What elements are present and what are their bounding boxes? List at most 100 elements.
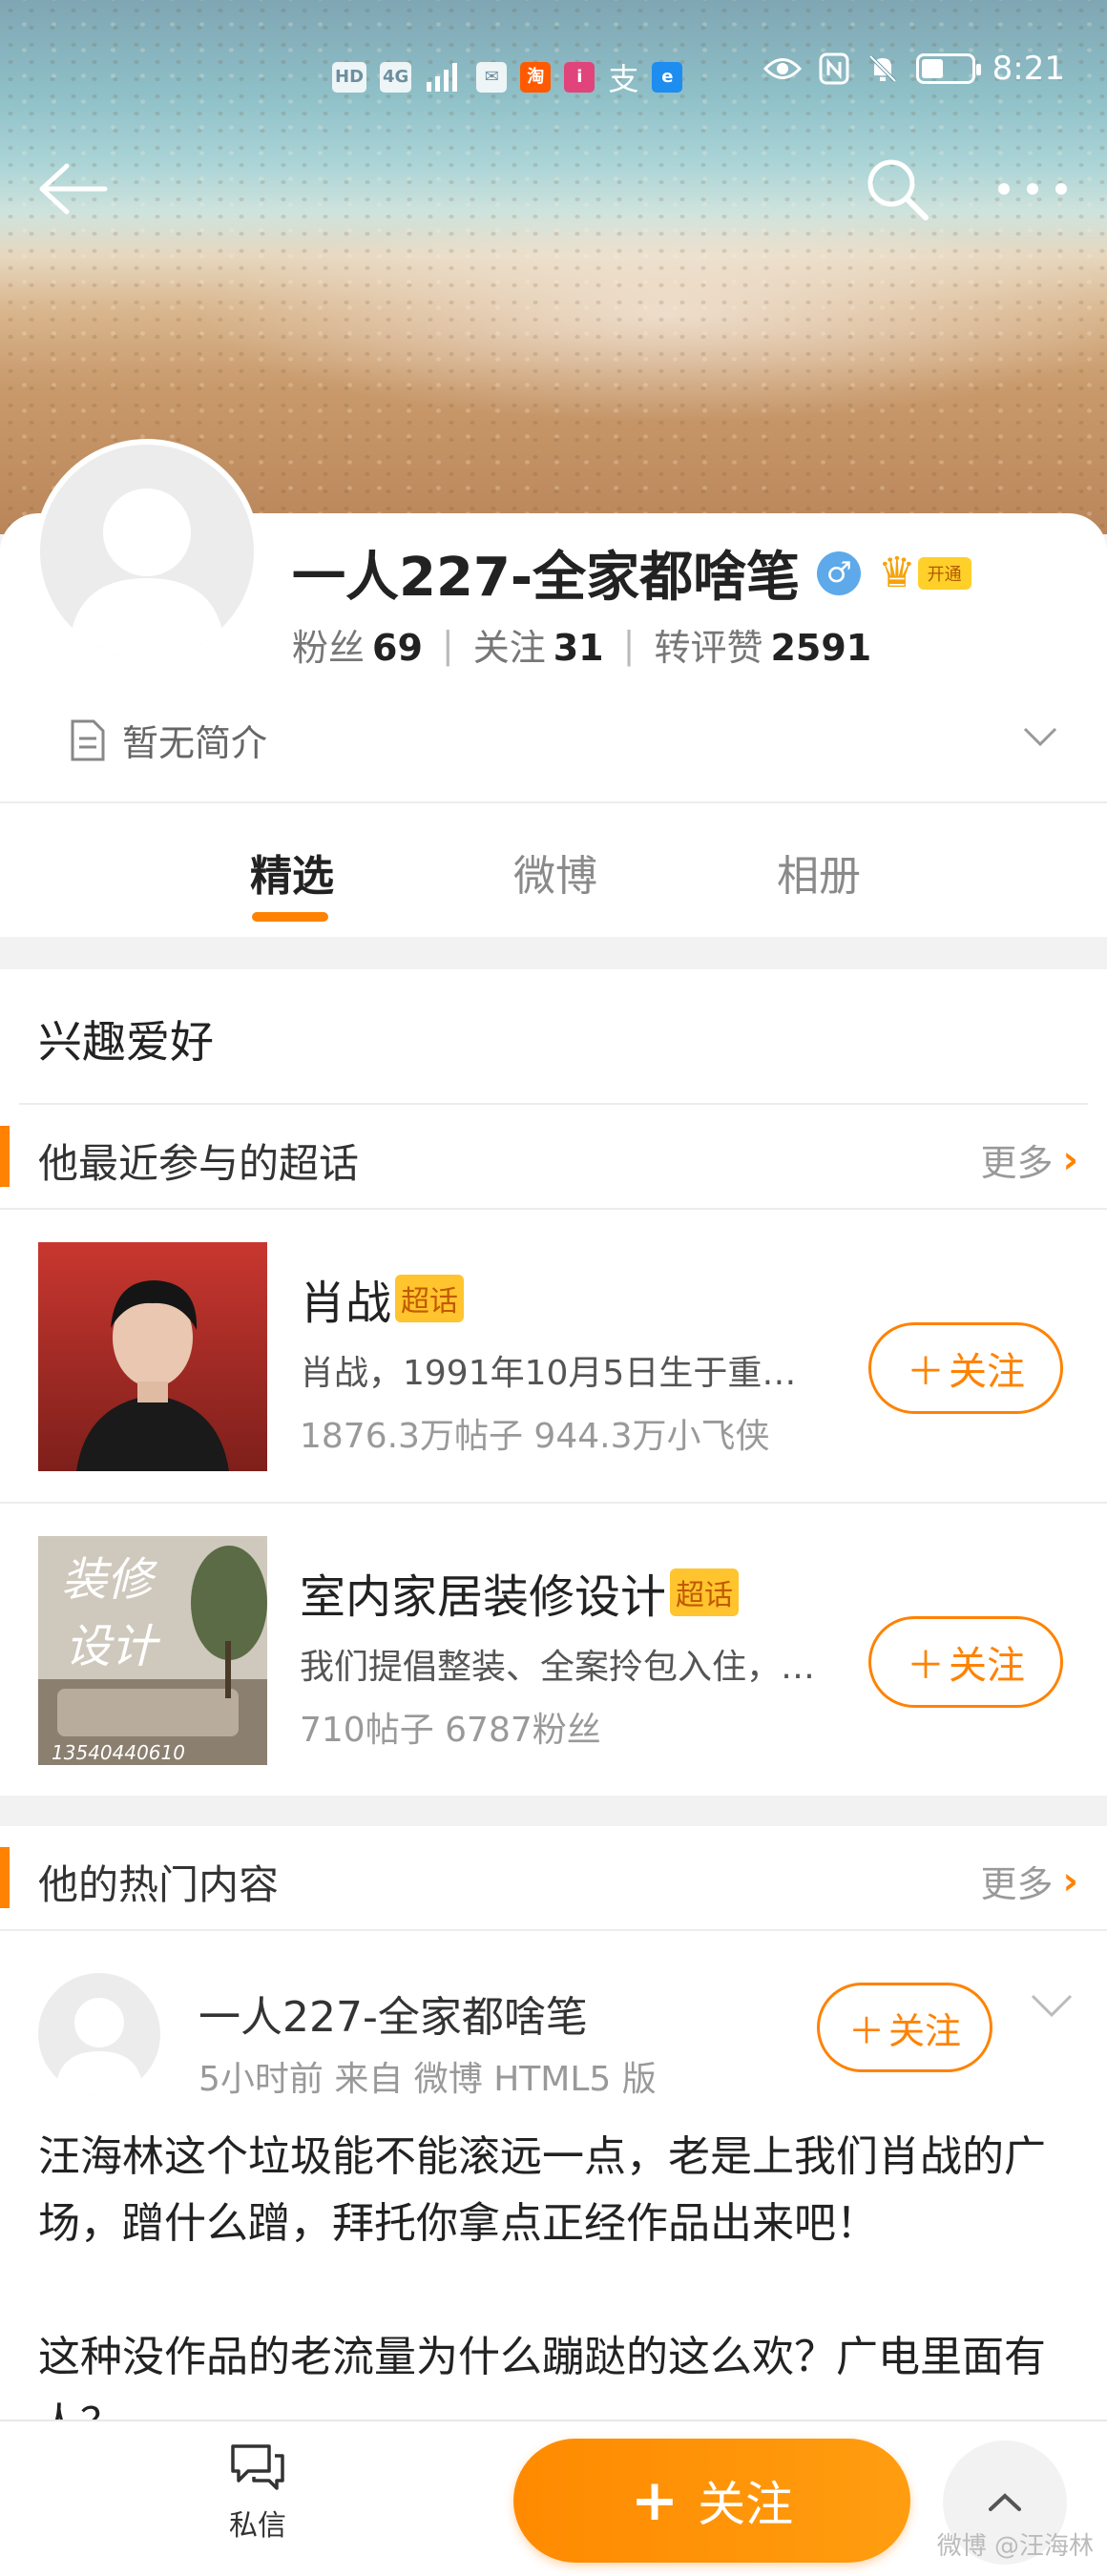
hot-content-more-link[interactable]: 更多 › [981,1855,1079,1907]
signal-icon [427,63,458,92]
follow-label: 关注 [888,2009,962,2052]
more-label: 更多 [980,1863,1054,1905]
eye-icon [762,58,802,79]
profile-name: 一人227-全家都啥笔 [292,547,801,609]
hot-content-heading: 他的热门内容 [38,1861,280,1908]
profile-tabs: 精选 微博 相册 [0,803,1107,937]
app-i-icon: i [564,62,595,93]
interior-design-image: 装修 设计 13540440610 [38,1536,267,1765]
search-icon[interactable] [863,155,931,223]
engagement-value: 2591 [770,627,872,669]
topic-thumbnail [38,1242,267,1471]
super-topic-badge: 超话 [670,1568,740,1616]
chevron-right-icon: › [1062,1137,1078,1182]
crown-icon: ♛ [878,549,916,597]
plus-icon: ＋ [847,2009,885,2052]
watermark: 微博 @汪海林 [936,2532,1094,2561]
plus-icon: + [630,2467,679,2534]
vip-badge[interactable]: ♛ 开通 [878,549,971,597]
follow-label: 关注 [949,1350,1025,1394]
direct-message-button[interactable]: 私信 [218,2441,298,2544]
topic-stats: 710帖子 6787粉丝 [300,1711,601,1750]
follow-topic-button[interactable]: ＋关注 [868,1322,1063,1414]
topic-description: 肖战，1991年10月5日生于重庆，中国内地男演员、歌手 [300,1354,825,1393]
app-e-icon: e [652,62,683,93]
portrait-image [38,1242,267,1471]
battery-icon [915,53,981,84]
default-avatar-icon [69,488,225,658]
vip-open-label: 开通 [917,556,971,590]
chevron-down-icon[interactable] [1021,721,1059,750]
status-left-icons: HD 4G ✉ 淘 i 支 e [332,55,683,99]
chat-bubble-icon [231,2444,284,2490]
follow-author-button[interactable]: ＋关注 [817,1983,992,2072]
chevron-down-icon[interactable] [1029,1990,1075,2019]
section-accent-bar [0,1126,10,1187]
profile-name-row: 一人227-全家都啥笔 ♂ ♛ 开通 [292,534,971,612]
fans-stat[interactable]: 粉丝 69 [292,618,423,671]
plus-icon: ＋ [907,1644,945,1688]
more-options-icon[interactable] [994,170,1071,208]
section-accent-bar [0,1847,10,1908]
follow-user-button[interactable]: + 关注 [513,2439,910,2563]
topic-title: 肖战 [300,1277,392,1330]
avatar[interactable] [34,439,260,664]
stat-separator: | [441,623,454,666]
topic-stats: 1876.3万帖子 944.3万小飞侠 [300,1417,770,1456]
mute-bell-icon [868,54,897,83]
following-label: 关注 [472,627,546,669]
topic-thumbnail: 装修 设计 13540440610 [38,1536,267,1765]
default-avatar-icon [55,1998,143,2095]
post-meta: 5小时前 来自 微博 HTML5 版 [198,2060,657,2099]
alipay-icon: 支 [608,61,639,97]
status-time: 8:21 [992,50,1065,88]
follow-label: 关注 [949,1644,1025,1688]
bio-row[interactable]: 暂无简介 [69,714,267,766]
super-topic-item[interactable]: 肖战超话 肖战，1991年10月5日生于重庆，中国内地男演员、歌手 1876.3… [0,1210,1107,1502]
network-4g-icon: 4G [380,62,412,93]
tab-album[interactable]: 相册 [777,841,861,903]
chevron-right-icon: › [1062,1859,1078,1903]
follow-label: 关注 [698,2477,794,2532]
topic-description: 我们提倡整装、全案拎包入住，欢迎大家交流讨论 [300,1648,825,1687]
plus-icon: ＋ [907,1350,945,1394]
nfc-icon [819,52,849,85]
post-author-name[interactable]: 一人227-全家都啥笔 [198,1983,588,2044]
status-right-icons: 8:21 [762,50,1065,88]
tab-weibo[interactable]: 微博 [513,841,597,903]
thumb-text-renovation: 装修 [61,1553,158,1607]
thumb-text-phone: 13540440610 [52,1741,185,1764]
fans-label: 粉丝 [292,627,366,669]
super-topics-heading: 他最近参与的超话 [38,1140,360,1187]
bio-text: 暂无简介 [122,722,268,764]
super-topic-item[interactable]: 装修 设计 13540440610 室内家居装修设计 超话 我们提倡整装、全案拎包… [0,1504,1107,1796]
following-stat[interactable]: 关注 31 [473,618,604,671]
male-gender-icon: ♂ [817,551,862,595]
direct-message-label: 私信 [229,2509,286,2543]
thumb-text-design: 设计 [65,1620,161,1673]
post-author-avatar[interactable] [38,1973,160,2095]
engagement-stat[interactable]: 转评赞 2591 [654,618,871,671]
tab-featured[interactable]: 精选 [250,841,334,903]
profile-stats: 粉丝 69 | 关注 31 | 转评赞 2591 [292,618,871,671]
active-tab-indicator [252,912,328,922]
document-icon [71,719,105,760]
taobao-icon: 淘 [520,62,552,93]
topic-title: 室内家居装修设计 [300,1570,667,1624]
hd-icon: HD [332,62,367,93]
engagement-label: 转评赞 [654,627,763,669]
fans-value: 69 [372,627,423,669]
hot-content-header: 他的热门内容 更多 › [0,1826,1107,1929]
super-topics-header: 他最近参与的超话 更多 › [0,1105,1107,1208]
super-topics-more-link[interactable]: 更多 › [981,1133,1079,1186]
status-bar: HD 4G ✉ 淘 i 支 e 8:21 [0,50,1107,97]
more-label: 更多 [980,1142,1054,1184]
back-arrow-icon[interactable] [36,160,109,218]
follow-topic-button[interactable]: ＋关注 [868,1616,1063,1708]
interests-section: 兴趣爱好 他最近参与的超话 更多 › 肖战 超话 肖战，1991年10月5日生于重庆… [0,969,1107,1796]
huawei-mail-icon: ✉ [476,62,508,93]
following-value: 31 [553,627,604,669]
topic-name: 室内家居装修设计 超话 [300,1559,740,1626]
interests-title: 兴趣爱好 [38,1016,214,1068]
super-topic-badge: 超话 [395,1275,465,1322]
